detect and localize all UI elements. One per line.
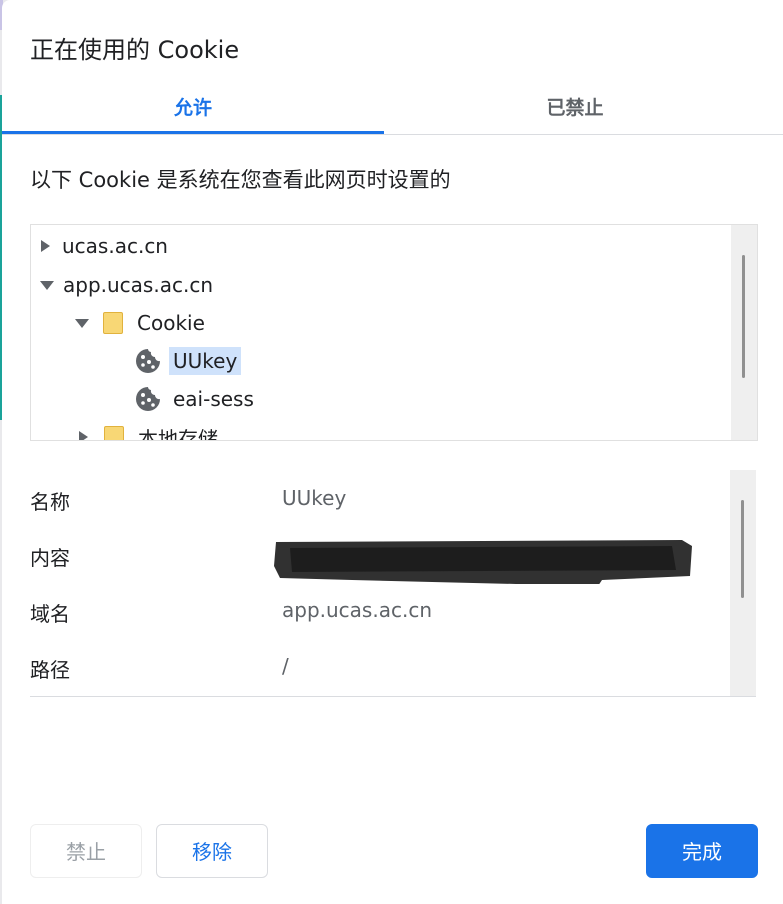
- detail-label: 域名: [30, 602, 70, 626]
- tree-item-cookie-eai-sess[interactable]: eai-sess: [135, 382, 254, 416]
- cookie-tree: ucas.ac.cn app.ucas.ac.cn Cookie UUkey e…: [30, 224, 758, 441]
- detail-value: /: [282, 654, 289, 678]
- detail-value: UUkey: [282, 486, 347, 510]
- tree-scrollbar-thumb[interactable]: [742, 255, 745, 378]
- tree-item-label: Cookie: [137, 311, 205, 335]
- detail-label: 名称: [30, 490, 70, 514]
- tree-item-label: eai-sess: [173, 387, 254, 411]
- detail-label: 路径: [30, 658, 70, 682]
- tab-allowed-label: 允许: [173, 97, 212, 119]
- detail-label: 内容: [30, 546, 70, 570]
- cookies-description: 以下 Cookie 是系统在您查看此网页时设置的: [30, 168, 451, 192]
- tree-item-label-selected: UUkey: [169, 347, 242, 375]
- block-button[interactable]: 禁止: [30, 824, 142, 878]
- dialog-title: 正在使用的 Cookie: [30, 36, 240, 64]
- cookie-icon: [136, 387, 160, 411]
- tree-item-local-storage[interactable]: 本地存储: [79, 420, 218, 441]
- detail-row-path: 路径 /: [30, 650, 730, 686]
- active-tab-indicator: [2, 131, 384, 134]
- tree-item-label: ucas.ac.cn: [62, 234, 168, 258]
- tab-bar: 允许 已禁止: [2, 86, 783, 135]
- detail-value: app.ucas.ac.cn: [282, 598, 432, 622]
- tree-item-label: 本地存储: [138, 426, 218, 441]
- detail-row-domain: 域名 app.ucas.ac.cn: [30, 594, 730, 630]
- tab-blocked-label: 已禁止: [546, 97, 604, 119]
- folder-icon: [103, 312, 123, 334]
- cookies-dialog: 正在使用的 Cookie 允许 已禁止 以下 Cookie 是系统在您查看此网页…: [2, 0, 783, 904]
- detail-row-name: 名称 UUkey: [30, 482, 730, 518]
- cookie-icon: [136, 349, 160, 373]
- details-scrollbar-thumb[interactable]: [741, 500, 744, 598]
- tree-item-app-ucas[interactable]: app.ucas.ac.cn: [40, 268, 213, 302]
- triangle-down-icon[interactable]: [75, 318, 89, 328]
- tab-allowed[interactable]: 允许: [2, 86, 384, 134]
- triangle-down-icon[interactable]: [40, 280, 54, 290]
- triangle-right-icon[interactable]: [79, 431, 88, 440]
- tree-item-ucas[interactable]: ucas.ac.cn: [41, 229, 168, 263]
- triangle-right-icon[interactable]: [41, 240, 50, 252]
- redaction-mark: [274, 540, 692, 584]
- tree-scrollbar[interactable]: [731, 225, 757, 440]
- tree-item-label: app.ucas.ac.cn: [63, 273, 213, 297]
- details-scrollbar[interactable]: [730, 470, 756, 696]
- remove-button[interactable]: 移除: [156, 824, 268, 878]
- tree-item-cookie-uukey[interactable]: UUkey: [135, 344, 242, 378]
- folder-icon: [104, 426, 124, 440]
- tab-blocked[interactable]: 已禁止: [384, 86, 766, 133]
- done-button[interactable]: 完成: [646, 824, 758, 878]
- tree-item-cookie-folder[interactable]: Cookie: [75, 306, 205, 340]
- cookie-details: 名称 UUkey 内容 域名 app.ucas.ac.cn 路径 /: [30, 470, 756, 697]
